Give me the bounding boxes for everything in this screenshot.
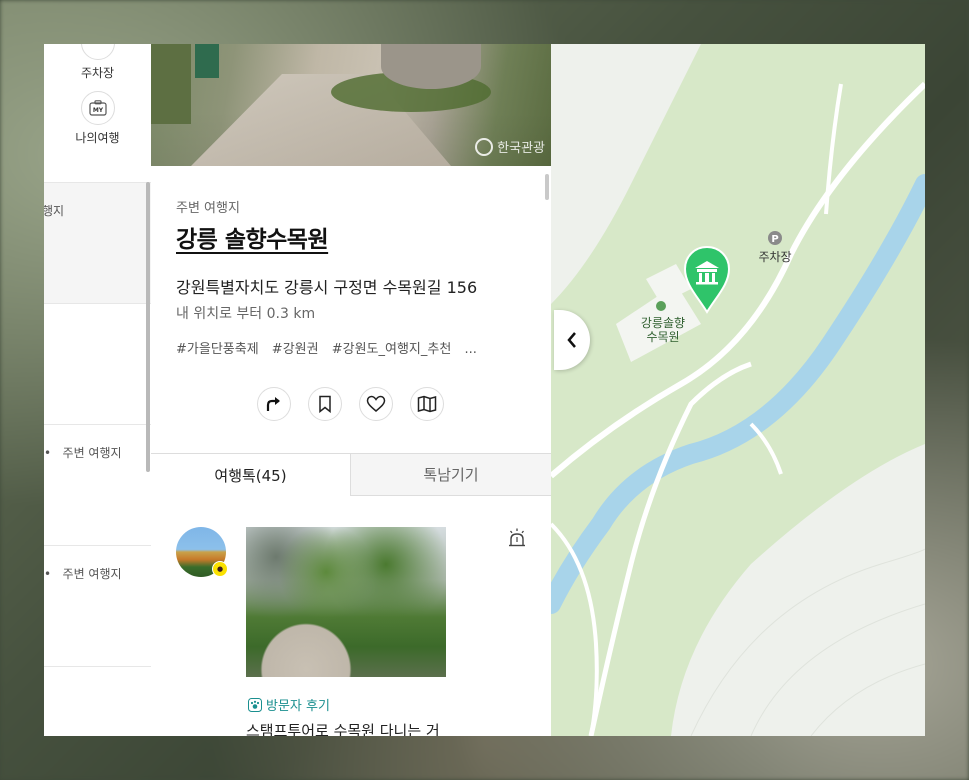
list-item-label: 행지 xyxy=(44,204,65,218)
map-button[interactable] xyxy=(410,387,444,421)
map-canvas[interactable]: P xyxy=(551,44,925,736)
chevron-left-icon xyxy=(567,332,576,348)
tag-list: #가을단풍축제 #강원권 #강원도_여행지_추천 ... xyxy=(176,338,486,357)
kakao-badge-icon: ● xyxy=(212,561,228,577)
tab-bar: 여행톡(45) 톡남기기 xyxy=(151,453,551,496)
post-text[interactable]: 스탬프투어로 수목원 다니는 거 xyxy=(246,720,440,736)
my-trip-icon: MY xyxy=(80,91,115,125)
tag[interactable]: #강원도_여행지_추천 xyxy=(332,342,452,357)
place-category: 주변 여행지 xyxy=(176,201,240,216)
directions-icon xyxy=(266,397,280,411)
bookmark-icon xyxy=(319,395,331,413)
place-address: 강원특별자치도 강릉시 구정면 수목원길 156 xyxy=(176,278,478,297)
divider xyxy=(44,303,151,304)
divider xyxy=(44,666,151,667)
paw-icon xyxy=(248,697,262,712)
list-item-label: 주변 여행지 xyxy=(62,567,122,581)
svg-text:MY: MY xyxy=(92,107,103,114)
watermark: 한국관광 xyxy=(475,137,545,156)
list-item-label: 주변 여행지 xyxy=(62,446,122,460)
panel-scrollbar[interactable] xyxy=(545,174,549,200)
map-parking-label[interactable]: 주차장 xyxy=(747,248,803,265)
review-tag: 방문자 후기 xyxy=(248,695,330,714)
sidebar-menu-my-trip[interactable]: MY 나의여행 xyxy=(44,91,151,146)
post-image[interactable] xyxy=(246,527,446,677)
detail-panel: 한국관광 주변 여행지 강릉 솔향수목원 강원특별자치도 강릉시 구정면 수목원… xyxy=(151,44,551,736)
like-button[interactable] xyxy=(359,387,393,421)
sidebar-menu-label: 주차장 xyxy=(80,66,115,80)
place-distance: 내 위치로 부터 0.3 km xyxy=(176,306,316,322)
place-photo: 한국관광 xyxy=(151,44,551,166)
tag-more[interactable]: ... xyxy=(464,342,476,357)
directions-button[interactable] xyxy=(257,387,291,421)
location-marker-icon[interactable] xyxy=(683,246,731,314)
sidebar-menu-parking[interactable]: 주차장 xyxy=(44,44,151,81)
siren-report-icon[interactable] xyxy=(506,527,528,549)
map-icon xyxy=(417,395,437,413)
map-view[interactable]: P 강릉솔향 수목원 주차장 xyxy=(551,44,925,736)
tab-write-talk[interactable]: 톡남기기 xyxy=(350,454,551,496)
list-item[interactable]: 행지 xyxy=(44,183,151,303)
app-window: 주차장 MY 나의여행 행지 • 주변 여행지 • 주변 여행지 한국관광 주변… xyxy=(44,44,925,736)
list-item[interactable]: • 주변 여행지 xyxy=(44,425,151,545)
tab-travel-talk[interactable]: 여행톡(45) xyxy=(151,454,350,496)
tag[interactable]: #강원권 xyxy=(272,342,319,357)
svg-text:P: P xyxy=(771,234,778,245)
sidebar-menu-label: 나의여행 xyxy=(75,131,120,145)
heart-icon xyxy=(366,395,386,412)
place-title[interactable]: 강릉 솔향수목원 xyxy=(176,220,329,254)
list-item[interactable]: • 주변 여행지 xyxy=(44,546,151,666)
tag[interactable]: #가을단풍축제 xyxy=(176,342,259,357)
tourism-logo-icon xyxy=(475,137,494,156)
sidebar-scrollbar[interactable] xyxy=(146,182,150,472)
sidebar: 주차장 MY 나의여행 행지 • 주변 여행지 • 주변 여행지 xyxy=(44,44,152,736)
bookmark-button[interactable] xyxy=(308,387,342,421)
map-place-label[interactable]: 강릉솔향 수목원 xyxy=(633,316,693,344)
parking-icon xyxy=(80,44,115,60)
